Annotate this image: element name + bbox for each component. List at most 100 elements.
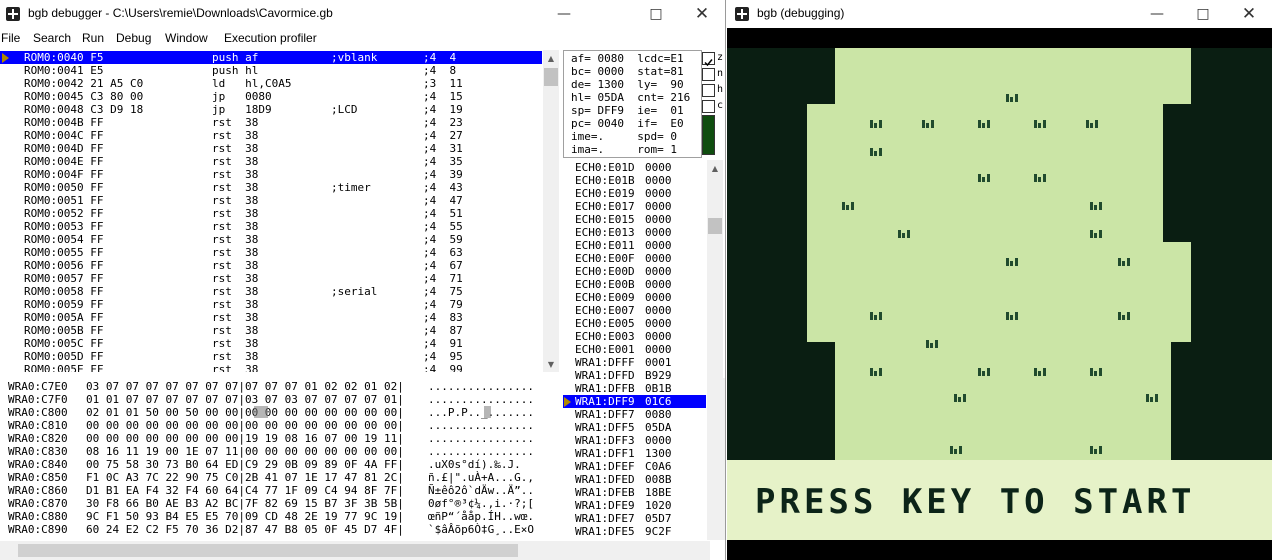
stack-row[interactable]: WRA1:DFF3 0000: [563, 434, 706, 447]
menu-file[interactable]: File: [1, 31, 20, 45]
gameboy-screen[interactable]: PRESS KEY TO START: [727, 28, 1272, 560]
disassembly-row[interactable]: ROM0:005B FF rst 38 ;4 87: [0, 324, 542, 337]
flag-z-checkbox[interactable]: [702, 52, 715, 67]
disassembly-scroll-thumb[interactable]: [544, 68, 558, 86]
grass-tuft-icon: [1087, 202, 1109, 210]
stack-scroll-thumb[interactable]: [708, 218, 722, 234]
stack-address: ECH0:E005: [575, 317, 635, 330]
disassembly-row[interactable]: ROM0:0042 21 A5 C0 ld hl,C0A5 ;3 11: [0, 77, 542, 90]
game-minimize-button[interactable]: —: [1134, 0, 1180, 28]
disassembly-row[interactable]: ROM0:0048 C3 D9 18 jp 18D9 ;LCD ;4 19: [0, 103, 542, 116]
memory-hex: 08 16 11 19 00 1E 07 11|00 00 00 00 00 0…: [86, 445, 404, 458]
stack-row[interactable]: WRA1:DFF7 0080: [563, 408, 706, 421]
stack-row[interactable]: ECH0:E00F 0000: [563, 252, 706, 265]
disassembly-row[interactable]: ROM0:0058 FF rst 38 ;serial ;4 75: [0, 285, 542, 298]
maximize-button[interactable]: □: [633, 0, 679, 28]
stack-row[interactable]: WRA1:DFE9 1020: [563, 499, 706, 512]
disasm-comment: ;timer: [331, 181, 371, 194]
disassembly-row[interactable]: ROM0:0040 F5 push af ;vblank ;4 4: [0, 51, 542, 64]
disassembly-row[interactable]: ROM0:004F FF rst 38 ;4 39: [0, 168, 542, 181]
disassembly-row[interactable]: ROM0:005E FF rst 38 ;4 99: [0, 363, 542, 372]
disassembly-panel[interactable]: ROM0:0040 F5 push af ;vblank ;4 4 ROM0:0041 …: [0, 50, 542, 372]
close-button[interactable]: ✕: [679, 0, 725, 28]
stack-row[interactable]: ECH0:E007 0000: [563, 304, 706, 317]
stack-row[interactable]: WRA1:DFF9 01C6: [563, 395, 706, 408]
game-close-button[interactable]: ✕: [1226, 0, 1272, 28]
disassembly-row[interactable]: ROM0:0052 FF rst 38 ;4 51: [0, 207, 542, 220]
menu-search[interactable]: Search: [33, 31, 71, 45]
flag-n-checkbox[interactable]: [702, 68, 715, 81]
stack-row[interactable]: WRA1:DFFB 0B1B: [563, 382, 706, 395]
stack-panel[interactable]: ECH0:E01D 0000 ECH0:E01B 0000 ECH0:E019 0000 E…: [563, 160, 706, 540]
flag-c-checkbox[interactable]: [702, 100, 715, 113]
registers-panel[interactable]: af= 0080 lcdc=E1 bc= 0000 stat=81 de= 1300…: [563, 50, 702, 158]
disassembly-row[interactable]: ROM0:005A FF rst 38 ;4 83: [0, 311, 542, 324]
disassembly-row[interactable]: ROM0:0057 FF rst 38 ;4 71: [0, 272, 542, 285]
stack-row[interactable]: ECH0:E015 0000: [563, 213, 706, 226]
disasm-address: ROM0:005B FF: [24, 324, 104, 337]
flag-h-checkbox[interactable]: [702, 84, 715, 97]
stack-row[interactable]: WRA1:DFEB 18BE: [563, 486, 706, 499]
disassembly-row[interactable]: ROM0:005C FF rst 38 ;4 91: [0, 337, 542, 350]
memory-hscroll-thumb[interactable]: [18, 544, 518, 557]
stack-row[interactable]: WRA1:DFF1 1300: [563, 447, 706, 460]
disassembly-row[interactable]: ROM0:0051 FF rst 38 ;4 47: [0, 194, 542, 207]
disasm-instruction: rst 38: [212, 350, 259, 363]
stack-row[interactable]: WRA1:DFED 008B: [563, 473, 706, 486]
disassembly-row[interactable]: ROM0:0041 E5 push hl ;4 8: [0, 64, 542, 77]
disassembly-row[interactable]: ROM0:004D FF rst 38 ;4 31: [0, 142, 542, 155]
stack-row[interactable]: ECH0:E019 0000: [563, 187, 706, 200]
menu-run[interactable]: Run: [82, 31, 104, 45]
stack-row[interactable]: ECH0:E009 0000: [563, 291, 706, 304]
disassembly-row[interactable]: ROM0:0059 FF rst 38 ;4 79: [0, 298, 542, 311]
disassembly-row[interactable]: ROM0:0050 FF rst 38 ;timer ;4 43: [0, 181, 542, 194]
stack-row[interactable]: WRA1:DFFF 0001: [563, 356, 706, 369]
stack-row[interactable]: ECH0:E01D 0000: [563, 161, 706, 174]
disassembly-row[interactable]: ROM0:004C FF rst 38 ;4 27: [0, 129, 542, 142]
disassembly-scrollbar[interactable]: ▲ ▼: [543, 50, 559, 372]
stack-row[interactable]: WRA1:DFFD B929: [563, 369, 706, 382]
stack-row[interactable]: WRA1:DFE7 05D7: [563, 512, 706, 525]
stack-row[interactable]: ECH0:E013 0000: [563, 226, 706, 239]
scroll-down-arrow-icon[interactable]: ▼: [543, 356, 559, 372]
stack-row[interactable]: ECH0:E01B 0000: [563, 174, 706, 187]
debugger-titlebar[interactable]: bgb debugger - C:\Users\remie\Downloads\…: [0, 0, 725, 28]
stack-row[interactable]: ECH0:E001 0000: [563, 343, 706, 356]
stack-scrollbar[interactable]: ▲: [707, 160, 723, 540]
disassembly-row[interactable]: ROM0:004E FF rst 38 ;4 35: [0, 155, 542, 168]
stack-row[interactable]: ECH0:E005 0000: [563, 317, 706, 330]
disassembly-row[interactable]: ROM0:004B FF rst 38 ;4 23: [0, 116, 542, 129]
menu-window[interactable]: Window: [165, 31, 208, 45]
stack-value: 0B1B: [645, 382, 672, 395]
stack-row[interactable]: ECH0:E00D 0000: [563, 265, 706, 278]
disasm-comment: ;vblank: [331, 51, 378, 64]
stack-scroll-up-icon[interactable]: ▲: [707, 160, 723, 176]
game-titlebar[interactable]: bgb (debugging) — □ ✕: [727, 0, 1272, 28]
stack-row[interactable]: ECH0:E017 0000: [563, 200, 706, 213]
disassembly-row[interactable]: ROM0:0045 C3 80 00 jp 0080 ;4 15: [0, 90, 542, 103]
scroll-up-arrow-icon[interactable]: ▲: [543, 50, 559, 66]
disassembly-row[interactable]: ROM0:0054 FF rst 38 ;4 59: [0, 233, 542, 246]
game-maximize-button[interactable]: □: [1180, 0, 1226, 28]
stack-row[interactable]: ECH0:E003 0000: [563, 330, 706, 343]
stack-row[interactable]: WRA1:DFF5 05DA: [563, 421, 706, 434]
disassembly-row[interactable]: ROM0:0053 FF rst 38 ;4 55: [0, 220, 542, 233]
stack-row[interactable]: WRA1:DFEF C0A6: [563, 460, 706, 473]
debugger-title: bgb debugger - C:\Users\remie\Downloads\…: [28, 6, 333, 20]
stack-row[interactable]: ECH0:E00B 0000: [563, 278, 706, 291]
disassembly-row[interactable]: ROM0:005D FF rst 38 ;4 95: [0, 350, 542, 363]
bgb-app-icon: [6, 7, 20, 21]
menu-debug[interactable]: Debug: [116, 31, 151, 45]
stack-row[interactable]: ECH0:E011 0000: [563, 239, 706, 252]
minimize-button[interactable]: —: [541, 0, 587, 28]
menu-execution-profiler[interactable]: Execution profiler: [224, 31, 317, 45]
memory-ascii: `$âÂõp6Ò‡G¸..E×O: [428, 523, 534, 536]
disasm-cycles: ;4 47: [423, 194, 463, 207]
disassembly-row[interactable]: ROM0:0056 FF rst 38 ;4 67: [0, 259, 542, 272]
stack-value: 0000: [645, 330, 672, 343]
memory-hscrollbar[interactable]: [0, 541, 710, 560]
disasm-address: ROM0:0048 C3 D9 18: [24, 103, 144, 116]
stack-row[interactable]: WRA1:DFE5 9C2F: [563, 525, 706, 538]
stack-address: ECH0:E019: [575, 187, 635, 200]
disassembly-row[interactable]: ROM0:0055 FF rst 38 ;4 63: [0, 246, 542, 259]
